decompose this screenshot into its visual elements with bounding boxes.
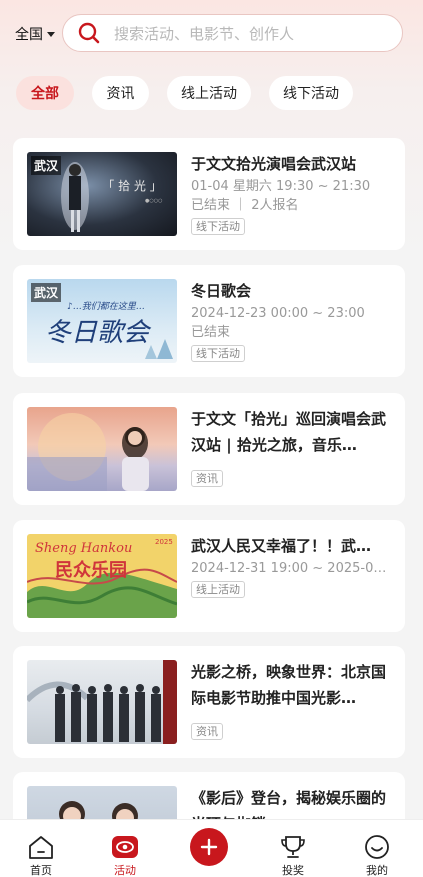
activity-card[interactable]: 冬日歌会 ♪…我们都在这里… 武汉 冬日歌会 2024-12-23 00:00 …: [13, 265, 405, 377]
tab-mine-label: 我的: [366, 864, 388, 877]
film-festival-group-photo-image: [27, 660, 177, 744]
activity-card[interactable]: Sheng Hankou 民众乐园 2025 武汉人民又幸福了！！武… 2024…: [13, 520, 405, 632]
card-title: 冬日歌会: [191, 282, 252, 300]
activity-card[interactable]: 「 拾 光 」 ●○○○ 武汉 于文文拾光演唱会武汉站 01-04 星期六 19…: [13, 138, 405, 250]
svg-text:2025: 2025: [155, 538, 173, 546]
singer-photo-image: [27, 413, 149, 491]
card-type-tag: 线下活动: [191, 345, 245, 362]
trophy-icon: [281, 836, 305, 858]
hankou-festival-poster-image: Sheng Hankou 民众乐园 2025: [27, 538, 177, 618]
header: 全国 搜索活动、电影节、创作人: [0, 14, 423, 52]
city-tag: 武汉: [31, 156, 62, 175]
card-type-tag: 资讯: [191, 723, 223, 740]
chip-news[interactable]: 资讯: [92, 76, 149, 110]
tab-mine[interactable]: 我的: [347, 820, 407, 877]
chip-offline[interactable]: 线下活动: [269, 76, 353, 110]
activity-card[interactable]: 于文文「拾光」巡回演唱会武汉站 | 拾光之旅，音乐… 资讯: [13, 393, 405, 505]
home-icon: [29, 836, 53, 859]
region-selector[interactable]: 全国: [15, 24, 55, 44]
card-thumbnail: Sheng Hankou 民众乐园 2025: [27, 534, 177, 618]
publish-button[interactable]: [190, 828, 228, 866]
svg-text:Sheng Hankou: Sheng Hankou: [35, 541, 132, 556]
city-tag: 武汉: [31, 283, 62, 302]
tab-home-label: 首页: [30, 864, 52, 877]
card-type-tag: 线上活动: [191, 581, 245, 598]
tab-vote[interactable]: 投奖: [263, 820, 323, 877]
card-type-tag: 线下活动: [191, 218, 245, 235]
caret-down-icon: [47, 31, 55, 37]
svg-text:♪…我们都在这里…: ♪…我们都在这里…: [67, 301, 145, 312]
plus-icon: [200, 838, 218, 856]
search-bar[interactable]: 搜索活动、电影节、创作人: [62, 14, 403, 52]
card-status: 已结束: [191, 325, 231, 340]
card-title: 于文文拾光演唱会武汉站: [191, 155, 357, 173]
tab-home[interactable]: 首页: [11, 820, 71, 877]
chip-all[interactable]: 全部: [16, 76, 74, 110]
card-thumbnail: [27, 407, 177, 491]
card-title: 于文文「拾光」巡回演唱会武汉站 | 拾光之旅，音乐…: [191, 410, 387, 454]
card-title: 武汉人民又幸福了！！武…: [191, 537, 372, 555]
tab-activity[interactable]: 活动: [95, 820, 155, 877]
svg-text:冬日歌会: 冬日歌会: [45, 318, 152, 348]
bottom-tab-bar: 首页 活动 投奖 我的: [0, 819, 423, 877]
region-label: 全国: [15, 27, 43, 43]
chip-online[interactable]: 线上活动: [167, 76, 251, 110]
card-thumbnail: 「 拾 光 」 ●○○○ 武汉: [27, 152, 177, 236]
card-type-tag: 资讯: [191, 470, 223, 487]
category-chips: 全部 资讯 线上活动 线下活动: [16, 76, 371, 110]
svg-text:「 拾 光 」: 「 拾 光 」: [102, 178, 161, 193]
eye-icon: [112, 836, 138, 858]
card-datetime: 2024-12-31 19:00 ~ 2025-01…: [191, 561, 391, 576]
svg-text:●○○○: ●○○○: [145, 198, 162, 204]
svg-text:民众乐园: 民众乐园: [55, 559, 127, 581]
search-placeholder: 搜索活动、电影节、创作人: [114, 24, 295, 43]
card-status: 已结束 ｜ 2人报名: [191, 198, 299, 213]
tab-vote-label: 投奖: [282, 864, 304, 877]
smile-face-icon: [365, 835, 389, 859]
card-datetime: 2024-12-23 00:00 ~ 23:00: [191, 306, 365, 321]
tab-activity-label: 活动: [114, 864, 136, 877]
search-icon: [78, 22, 100, 44]
card-thumbnail: [27, 660, 177, 744]
card-thumbnail: 冬日歌会 ♪…我们都在这里… 武汉: [27, 279, 177, 363]
activity-card[interactable]: 光影之桥，映象世界：北京国际电影节助推中国光影… 资讯: [13, 646, 405, 758]
card-title: 光影之桥，映象世界：北京国际电影节助推中国光影…: [191, 663, 387, 707]
card-datetime: 01-04 星期六 19:30 ~ 21:30: [191, 179, 371, 194]
